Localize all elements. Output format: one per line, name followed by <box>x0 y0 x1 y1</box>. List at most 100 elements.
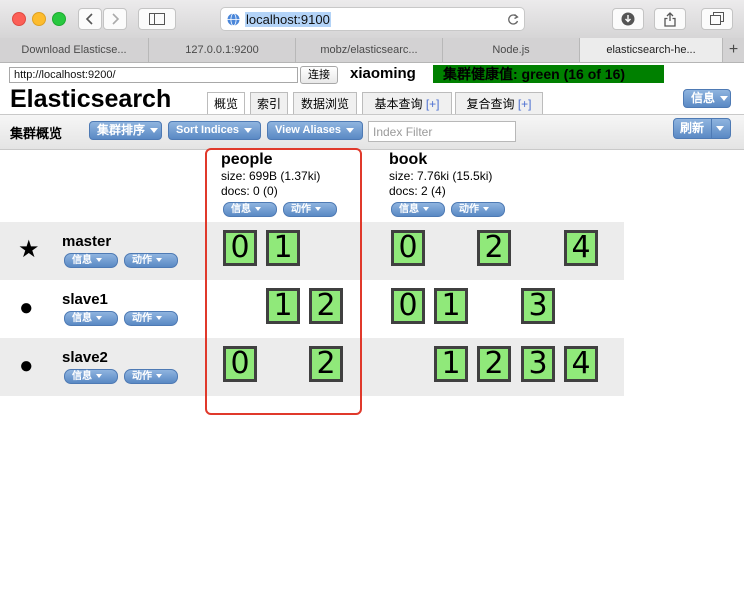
tab-indices[interactable]: 索引 <box>250 92 288 114</box>
forward-button[interactable] <box>103 8 127 30</box>
node-name: slave2 <box>62 349 108 366</box>
button-label: 信息 <box>72 313 92 324</box>
share-button[interactable] <box>654 8 686 30</box>
caret-down-icon <box>720 96 729 102</box>
browser-tab[interactable]: mobz/elasticsearc... <box>296 38 443 62</box>
sidebar-button[interactable] <box>138 8 176 30</box>
node-action-button[interactable]: 动作 <box>124 311 178 326</box>
highlight-box <box>205 148 362 415</box>
tab-label: 概览 <box>213 97 238 111</box>
button-label: 信息 <box>72 255 92 266</box>
shard[interactable]: 0 <box>391 288 425 324</box>
node-name: master <box>62 233 112 250</box>
caret-down-icon <box>243 127 252 133</box>
browser-tab[interactable]: Download Elasticse... <box>0 38 149 62</box>
shard[interactable]: 4 <box>564 230 598 266</box>
tab-label: 数据浏览 <box>300 97 349 111</box>
shard[interactable]: 1 <box>434 288 468 324</box>
tab-basic-query[interactable]: 基本查询 [+] <box>362 92 452 114</box>
globe-icon <box>227 13 240 26</box>
button-label: 信息 <box>72 371 92 382</box>
shard[interactable]: 2 <box>477 346 511 382</box>
node-info-button[interactable]: 信息 <box>64 253 118 268</box>
download-icon <box>621 12 635 26</box>
index-info-button[interactable]: 信息 <box>391 202 445 217</box>
button-label: 信息 <box>399 204 419 215</box>
caret-down-icon <box>346 127 355 133</box>
caret-down-icon <box>96 258 102 263</box>
page-title: 集群概览 <box>10 126 63 141</box>
cluster-health-badge: 集群健康值: green (16 of 16) <box>433 65 664 83</box>
index-size-book: size: 7.76ki (15.5ki) <box>389 169 493 183</box>
master-star-icon: ★ <box>18 236 40 263</box>
share-icon <box>664 11 676 27</box>
minimize-window-button[interactable] <box>32 12 46 26</box>
shard[interactable]: 3 <box>521 288 555 324</box>
downloads-button[interactable] <box>612 8 644 30</box>
browser-tab-active[interactable]: elasticsearch-he... <box>580 38 723 62</box>
tab-label: 索引 <box>256 97 281 111</box>
refresh-button[interactable]: 刷新 <box>673 118 731 139</box>
caret-down-icon <box>483 207 489 212</box>
tab-label: 基本查询 <box>374 97 423 111</box>
new-tab-button[interactable]: + <box>723 38 744 62</box>
view-aliases-button[interactable]: View Aliases <box>267 121 363 140</box>
button-label: 动作 <box>132 371 152 382</box>
shard[interactable]: 3 <box>521 346 555 382</box>
split-divider <box>711 119 712 138</box>
address-bar[interactable]: localhost:9100 <box>220 7 525 31</box>
index-name-book: book <box>389 151 428 168</box>
node-dot-icon: ● <box>19 294 34 321</box>
connect-button[interactable]: 连接 <box>300 66 338 84</box>
button-label: 集群排序 <box>97 123 146 137</box>
caret-down-icon <box>96 316 102 321</box>
app-logo: Elasticsearch <box>10 85 172 113</box>
node-info-button[interactable]: 信息 <box>64 311 118 326</box>
caret-down-icon <box>156 258 162 263</box>
back-button[interactable] <box>78 8 102 30</box>
button-label: 信息 <box>691 91 716 105</box>
tab-label: 复合查询 <box>466 97 515 111</box>
tab-overview[interactable]: 概览 <box>207 92 245 115</box>
zoom-window-button[interactable] <box>52 12 66 26</box>
tab-plus[interactable]: [+] <box>426 97 440 111</box>
tab-plus[interactable]: [+] <box>518 97 532 111</box>
browser-tab[interactable]: 127.0.0.1:9200 <box>149 38 296 62</box>
node-dot-icon: ● <box>19 352 34 379</box>
tab-compound-query[interactable]: 复合查询 [+] <box>455 92 543 114</box>
browser-tab[interactable]: Node.js <box>443 38 580 62</box>
tabs-icon <box>710 12 724 25</box>
button-label: 刷新 <box>680 121 705 135</box>
button-label: 动作 <box>132 313 152 324</box>
close-window-button[interactable] <box>12 12 26 26</box>
caret-down-icon <box>423 207 429 212</box>
caret-down-icon <box>156 374 162 379</box>
sort-indices-button[interactable]: Sort Indices <box>168 121 261 140</box>
shard[interactable]: 2 <box>477 230 511 266</box>
sort-cluster-button[interactable]: 集群排序 <box>89 121 162 140</box>
shard[interactable]: 0 <box>391 230 425 266</box>
node-action-button[interactable]: 动作 <box>124 253 178 268</box>
tab-browser[interactable]: 数据浏览 <box>293 92 357 114</box>
index-docs-book: docs: 2 (4) <box>389 184 446 198</box>
caret-down-icon[interactable] <box>716 126 724 131</box>
browser-tab-bar: Download Elasticse... 127.0.0.1:9200 mob… <box>0 38 744 63</box>
index-filter-input[interactable]: Index Filter <box>368 121 516 142</box>
sidebar-icon <box>149 13 165 25</box>
shard[interactable]: 4 <box>564 346 598 382</box>
node-action-button[interactable]: 动作 <box>124 369 178 384</box>
reload-icon[interactable] <box>507 13 519 26</box>
chevron-right-icon <box>112 13 120 25</box>
index-action-button[interactable]: 动作 <box>451 202 505 217</box>
browser-toolbar: localhost:9100 <box>0 0 744 39</box>
chevron-left-icon <box>85 13 93 25</box>
node-info-button[interactable]: 信息 <box>64 369 118 384</box>
cluster-name: xiaoming <box>350 65 416 82</box>
node-name: slave1 <box>62 291 108 308</box>
connection-url-input[interactable]: http://localhost:9200/ <box>9 67 298 83</box>
info-dropdown-button[interactable]: 信息 <box>683 89 731 108</box>
shard[interactable]: 1 <box>434 346 468 382</box>
button-label: 动作 <box>132 255 152 266</box>
caret-down-icon <box>156 316 162 321</box>
tab-overview-button[interactable] <box>701 8 733 30</box>
